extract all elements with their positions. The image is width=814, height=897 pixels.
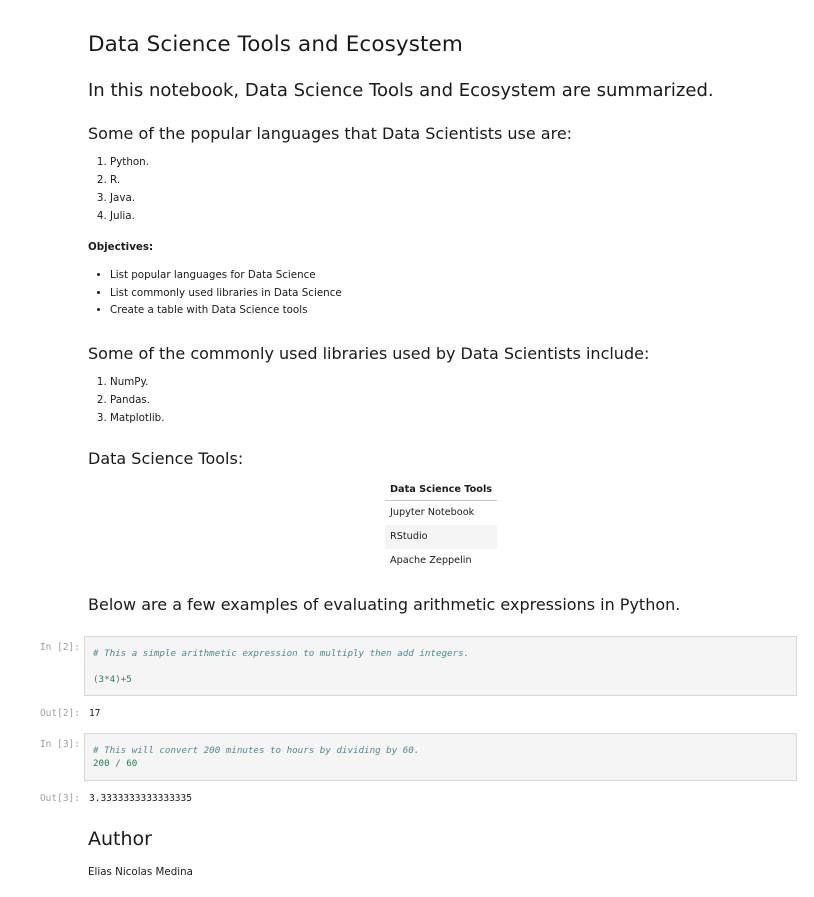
list-item: Matplotlib.	[110, 409, 788, 427]
table-cell: Apache Zeppelin	[390, 555, 472, 566]
list-item: Create a table with Data Science tools	[110, 302, 788, 320]
tools-heading: Data Science Tools:	[88, 448, 244, 468]
table-cell: Jupyter Notebook	[390, 507, 475, 518]
markdown-cell-intro[interactable]: In this notebook, Data Science Tools and…	[88, 79, 788, 103]
markdown-cell-examples[interactable]: Below are a few examples of evaluating a…	[88, 594, 788, 616]
list-item: Julia.	[110, 207, 788, 225]
list-item: NumPy.	[110, 373, 788, 391]
list-item: List popular languages for Data Science	[110, 267, 788, 285]
output-value: 17	[89, 708, 101, 719]
markdown-cell-objectives[interactable]: Objectives: List popular languages for D…	[88, 241, 788, 320]
input-prompt: In [2]:	[39, 642, 80, 653]
table-cell: RStudio	[385, 524, 498, 549]
libraries-heading: Some of the commonly used libraries used…	[88, 343, 650, 363]
tools-table: Data Science Tools Jupyter Notebook RStu…	[385, 483, 498, 573]
code-line: 200 / 60	[93, 758, 138, 769]
list-item: Python.	[110, 153, 788, 171]
objectives-list: List popular languages for Data Science …	[88, 267, 788, 320]
libraries-list: NumPy. Pandas. Matplotlib.	[88, 373, 788, 427]
table-header: Data Science Tools	[385, 483, 498, 501]
markdown-cell-libraries[interactable]: Some of the commonly used libraries used…	[88, 343, 788, 427]
markdown-cell-title[interactable]: Data Science Tools and Ecosystem	[88, 0, 788, 59]
objectives-label: Objectives:	[88, 241, 154, 253]
output-value: 3.3333333333333335	[89, 793, 192, 804]
author-heading: Author	[88, 828, 152, 850]
page-title: Data Science Tools and Ecosystem	[88, 32, 463, 57]
examples-heading: Below are a few examples of evaluating a…	[88, 594, 681, 614]
code-comment: # This a simple arithmetic expression to…	[93, 648, 470, 659]
markdown-cell-tools[interactable]: Data Science Tools: Data Science Tools J…	[88, 448, 788, 573]
code-input[interactable]: # This a simple arithmetic expression to…	[84, 636, 797, 696]
list-item: Pandas.	[110, 391, 788, 409]
input-prompt: In [3]:	[39, 739, 80, 750]
markdown-cell-languages[interactable]: Some of the popular languages that Data …	[88, 123, 788, 225]
code-input[interactable]: # This will convert 200 minutes to hours…	[84, 733, 797, 781]
author-name: Elias Nicolas Medina	[88, 866, 193, 878]
list-item: Java.	[110, 189, 788, 207]
output-prompt: Out[3]:	[39, 793, 80, 804]
output-prompt: Out[2]:	[39, 708, 80, 719]
languages-heading: Some of the popular languages that Data …	[88, 124, 573, 143]
code-comment: # This will convert 200 minutes to hours…	[93, 745, 420, 756]
code-line: (3*4)+5	[93, 674, 132, 685]
intro-heading: In this notebook, Data Science Tools and…	[88, 80, 714, 101]
languages-list: Python. R. Java. Julia.	[88, 153, 788, 225]
notebook: Data Science Tools and Ecosystem In this…	[0, 0, 814, 616]
list-item: R.	[110, 171, 788, 189]
list-item: List commonly used libraries in Data Sci…	[110, 285, 788, 303]
